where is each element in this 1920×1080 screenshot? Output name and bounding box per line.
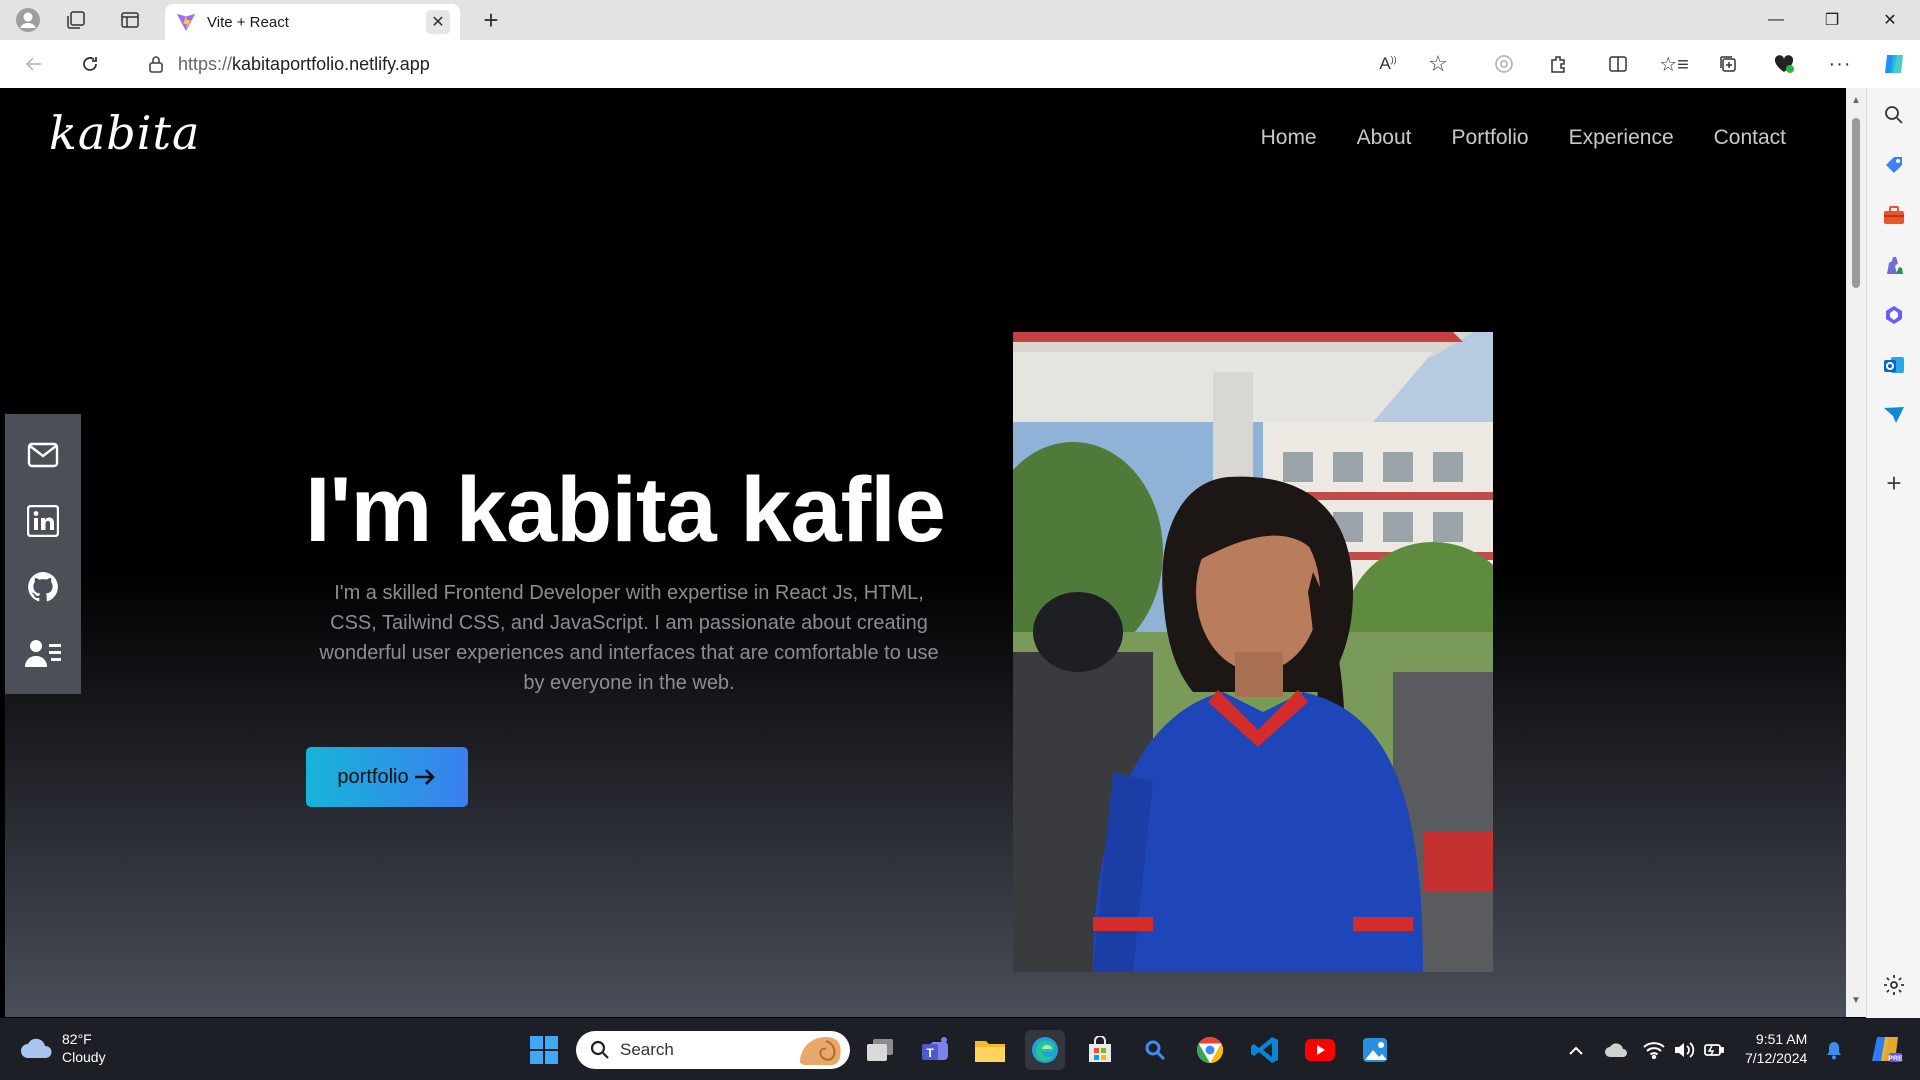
- youtube-icon[interactable]: [1300, 1030, 1340, 1070]
- nav-experience[interactable]: Experience: [1569, 126, 1674, 150]
- system-clock[interactable]: 9:51 AM 7/12/2024: [1745, 1030, 1807, 1068]
- shopping-tag-icon[interactable]: [1877, 148, 1911, 182]
- scroll-down-icon[interactable]: ▼: [1850, 994, 1862, 1006]
- search-icon[interactable]: [1877, 98, 1911, 132]
- wifi-icon[interactable]: [1640, 1036, 1668, 1064]
- weather-temperature: 82°F: [62, 1031, 92, 1047]
- vertical-tabs-icon[interactable]: [114, 5, 146, 35]
- tracking-icon[interactable]: [1486, 48, 1522, 80]
- teams-icon[interactable]: T: [915, 1030, 955, 1070]
- add-sidebar-app-icon[interactable]: +: [1877, 466, 1911, 500]
- refresh-icon[interactable]: [72, 48, 108, 80]
- portfolio-button-label: portfolio: [337, 765, 409, 788]
- microsoft-store-icon[interactable]: [1080, 1030, 1120, 1070]
- shell-icon: [800, 1037, 841, 1066]
- url-text: https://kabitaportfolio.netlify.app: [178, 53, 430, 74]
- edge-sidebar: +: [1866, 88, 1920, 1018]
- hero-title: I'm kabita kafle: [305, 459, 946, 561]
- nav-portfolio[interactable]: Portfolio: [1452, 126, 1529, 150]
- site-nav: Home About Portfolio Experience Contact: [1261, 126, 1786, 150]
- search-icon: [590, 1040, 609, 1059]
- close-window-icon[interactable]: ✕: [1862, 0, 1918, 40]
- favorites-icon[interactable]: ☆≡: [1656, 48, 1692, 80]
- portfolio-button[interactable]: portfolio: [306, 747, 468, 807]
- magnifier-icon[interactable]: [1135, 1030, 1175, 1070]
- contact-card-icon[interactable]: [23, 633, 63, 673]
- collections-icon[interactable]: [1710, 48, 1746, 80]
- microsoft-365-icon[interactable]: [1877, 298, 1911, 332]
- clock-time: 9:51 AM: [1755, 1031, 1808, 1047]
- tab-title: Vite + React: [207, 13, 289, 31]
- task-view-icon[interactable]: [860, 1030, 900, 1070]
- back-icon[interactable]: [16, 48, 52, 80]
- settings-icon[interactable]: [1877, 968, 1911, 1002]
- new-tab-button[interactable]: +: [474, 4, 508, 36]
- copilot-taskbar-icon[interactable]: PRE: [1866, 1032, 1906, 1066]
- more-menu-icon[interactable]: ···: [1822, 48, 1858, 80]
- extensions-icon[interactable]: [1540, 48, 1576, 80]
- chrome-icon[interactable]: [1190, 1030, 1230, 1070]
- notifications-bell-icon[interactable]: [1820, 1036, 1848, 1064]
- scroll-thumb[interactable]: [1852, 118, 1860, 288]
- vscode-icon[interactable]: [1245, 1030, 1285, 1070]
- browser-toolbar: https://kabitaportfolio.netlify.app A)) …: [0, 40, 1920, 88]
- windows-taskbar: 82°F Cloudy Search T 9:51 AM 7/12/2024 P…: [0, 1018, 1920, 1080]
- nav-contact[interactable]: Contact: [1714, 126, 1786, 150]
- site-logo[interactable]: kabita: [49, 106, 200, 160]
- page-viewport: kabita Home About Portfolio Experience C…: [5, 88, 1846, 1017]
- hero-description: I'm a skilled Frontend Developer with ex…: [319, 582, 939, 694]
- games-icon[interactable]: [1877, 248, 1911, 282]
- weather-widget[interactable]: 82°F Cloudy: [20, 1030, 106, 1066]
- active-tab[interactable]: Vite + React ✕: [165, 4, 460, 40]
- tools-icon[interactable]: [1877, 198, 1911, 232]
- browser-essentials-icon[interactable]: [1766, 48, 1802, 80]
- address-bar[interactable]: https://kabitaportfolio.netlify.app: [124, 46, 1454, 82]
- profile-icon[interactable]: [12, 5, 44, 35]
- vite-favicon-icon: [176, 13, 196, 32]
- photos-icon[interactable]: [1355, 1030, 1395, 1070]
- outlook-icon[interactable]: [1877, 348, 1911, 382]
- battery-icon[interactable]: [1700, 1036, 1728, 1064]
- restore-icon[interactable]: ❐: [1804, 0, 1860, 40]
- svg-text:PRE: PRE: [1888, 1056, 1903, 1063]
- send-icon[interactable]: [1877, 398, 1911, 432]
- weather-condition: Cloudy: [62, 1049, 106, 1065]
- taskbar-search-label: Search: [620, 1040, 674, 1059]
- cloudy-icon: [21, 1038, 52, 1058]
- social-links-bar: [5, 414, 81, 694]
- github-icon[interactable]: [23, 567, 63, 607]
- taskbar-search[interactable]: Search: [576, 1031, 850, 1069]
- onedrive-icon[interactable]: [1602, 1036, 1630, 1064]
- mail-icon[interactable]: [23, 435, 63, 475]
- windows-start-icon[interactable]: [524, 1030, 564, 1070]
- volume-icon[interactable]: [1670, 1036, 1698, 1064]
- browser-tabbar: Vite + React ✕ + — ❐ ✕: [0, 0, 1920, 40]
- workspaces-icon[interactable]: [60, 5, 92, 35]
- read-aloud-icon[interactable]: A)): [1370, 48, 1406, 80]
- page-scrollbar[interactable]: ▲ ▼: [1846, 88, 1866, 1017]
- arrow-right-icon: [414, 769, 435, 785]
- minimize-icon[interactable]: —: [1748, 0, 1804, 40]
- lock-icon: [149, 56, 163, 73]
- clock-date: 7/12/2024: [1745, 1050, 1808, 1066]
- nav-home[interactable]: Home: [1261, 126, 1317, 150]
- copilot-icon[interactable]: [1876, 48, 1912, 80]
- nav-about[interactable]: About: [1357, 126, 1412, 150]
- tab-close-icon[interactable]: ✕: [426, 10, 450, 34]
- favorite-star-icon[interactable]: ☆: [1420, 48, 1456, 80]
- show-hidden-icons-icon[interactable]: [1562, 1036, 1590, 1064]
- split-screen-icon[interactable]: [1600, 48, 1636, 80]
- edge-taskbar-icon[interactable]: [1025, 1030, 1065, 1070]
- profile-photo: [1013, 332, 1493, 972]
- file-explorer-icon[interactable]: [970, 1030, 1010, 1070]
- svg-text:T: T: [926, 1046, 934, 1060]
- scroll-up-icon[interactable]: ▲: [1850, 94, 1862, 106]
- linkedin-icon[interactable]: [23, 501, 63, 541]
